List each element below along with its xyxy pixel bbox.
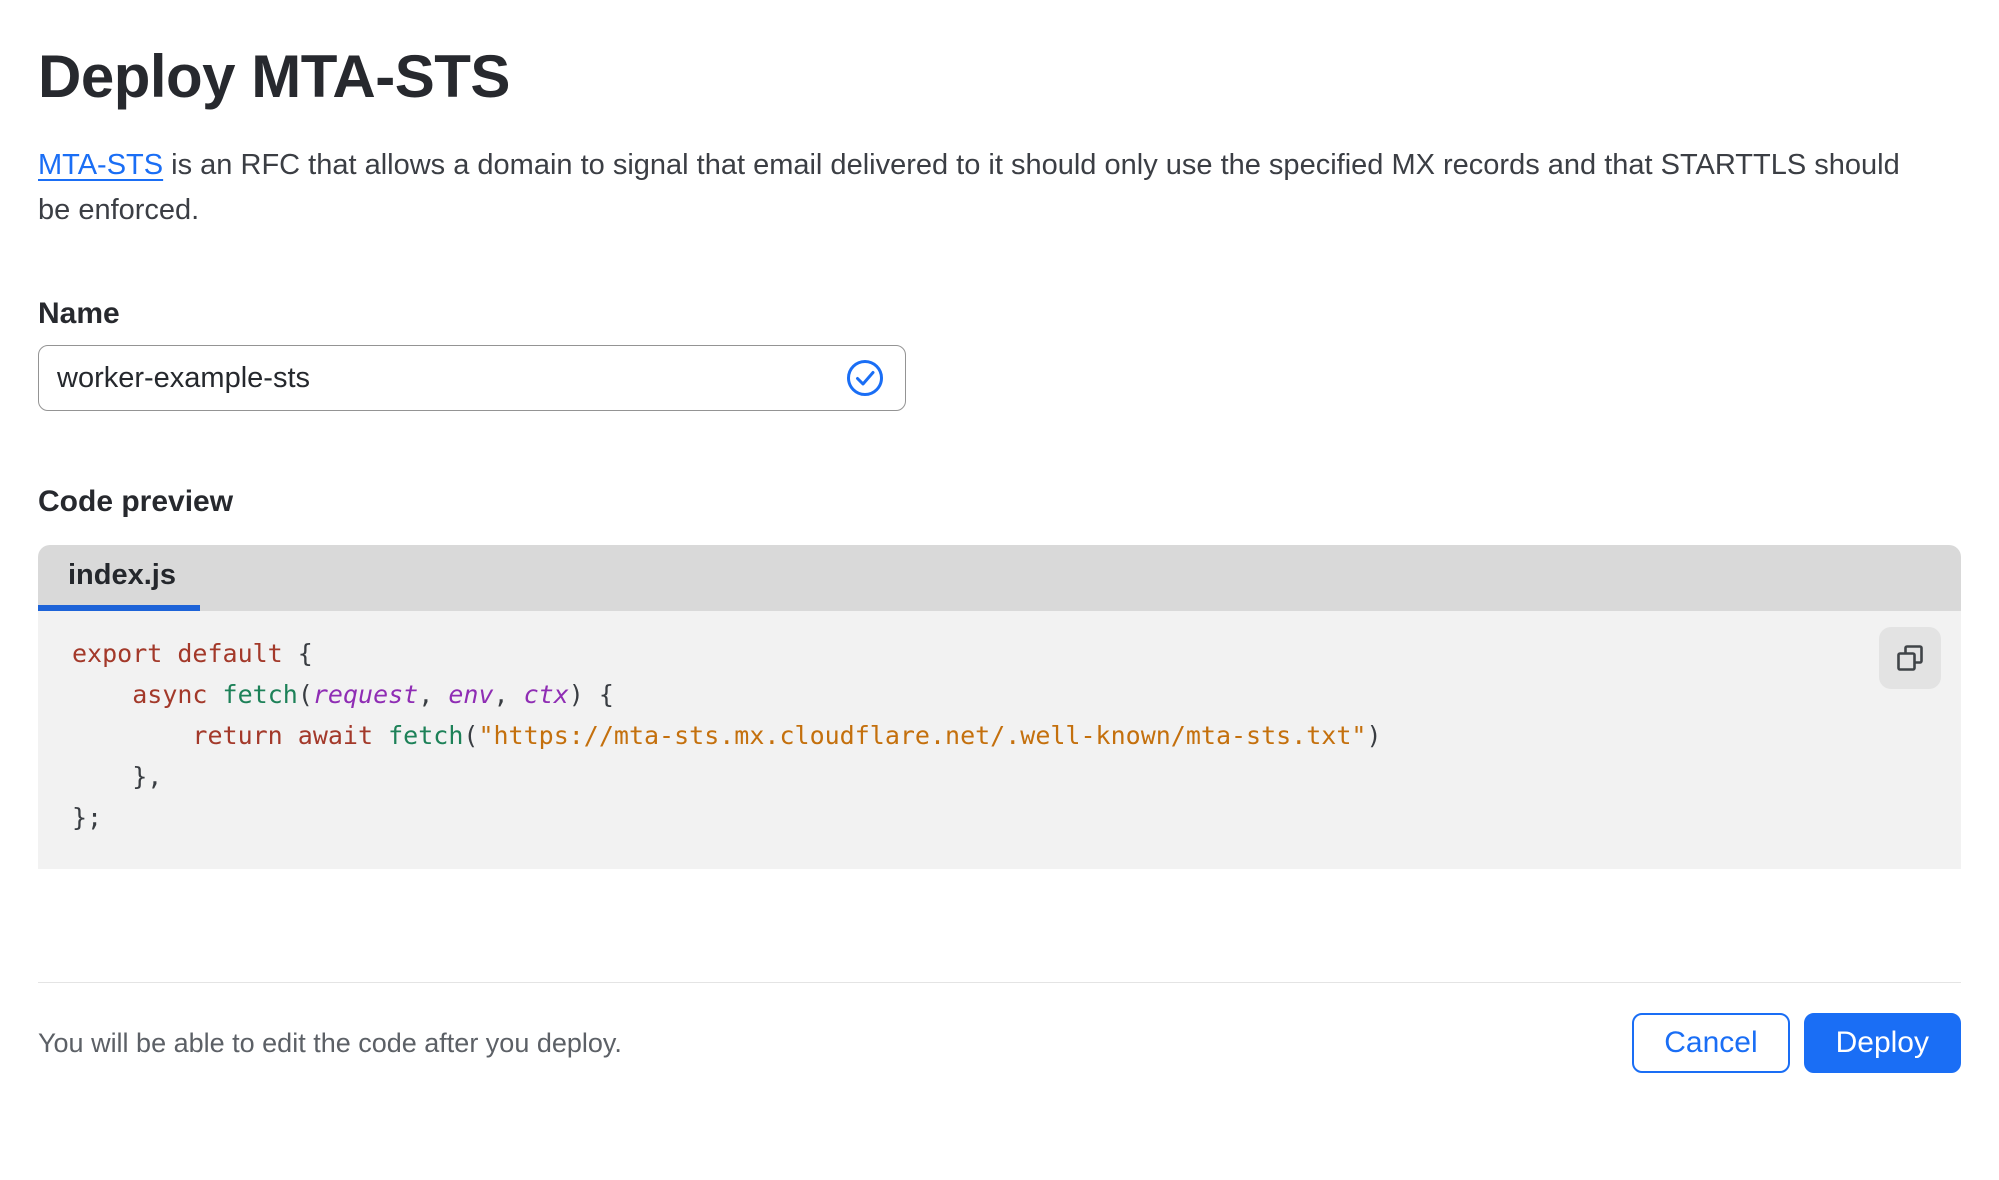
footer: You will be able to edit the code after … bbox=[0, 1013, 1999, 1073]
cancel-button[interactable]: Cancel bbox=[1632, 1013, 1790, 1073]
description: MTA-STS is an RFC that allows a domain t… bbox=[38, 143, 1938, 233]
footer-divider bbox=[38, 982, 1961, 983]
code-preview-card: index.js export default { async fetch(re… bbox=[38, 545, 1961, 869]
code-tabbar: index.js bbox=[38, 545, 1961, 611]
copy-code-button[interactable] bbox=[1879, 627, 1941, 689]
deploy-button[interactable]: Deploy bbox=[1803, 1013, 1961, 1073]
footer-note: You will be able to edit the code after … bbox=[38, 1027, 622, 1058]
copy-icon bbox=[1897, 645, 1923, 671]
footer-buttons: Cancel Deploy bbox=[1632, 1013, 1961, 1073]
page-title: Deploy MTA-STS bbox=[38, 43, 510, 110]
code-editor[interactable]: export default { async fetch(request, en… bbox=[38, 611, 1961, 869]
name-label: Name bbox=[38, 297, 120, 330]
deploy-mta-sts-page: Deploy MTA-STS MTA-STS is an RFC that al… bbox=[0, 42, 1999, 869]
tab-index-js[interactable]: index.js bbox=[38, 545, 200, 611]
code-content: export default { async fetch(request, en… bbox=[72, 639, 1382, 832]
mta-sts-link[interactable]: MTA-STS bbox=[38, 149, 163, 181]
code-preview-label: Code preview bbox=[38, 485, 234, 518]
name-input[interactable] bbox=[38, 345, 906, 411]
description-text: is an RFC that allows a domain to signal… bbox=[38, 149, 1900, 226]
check-circle-icon bbox=[847, 360, 883, 396]
name-input-wrap bbox=[38, 345, 906, 411]
